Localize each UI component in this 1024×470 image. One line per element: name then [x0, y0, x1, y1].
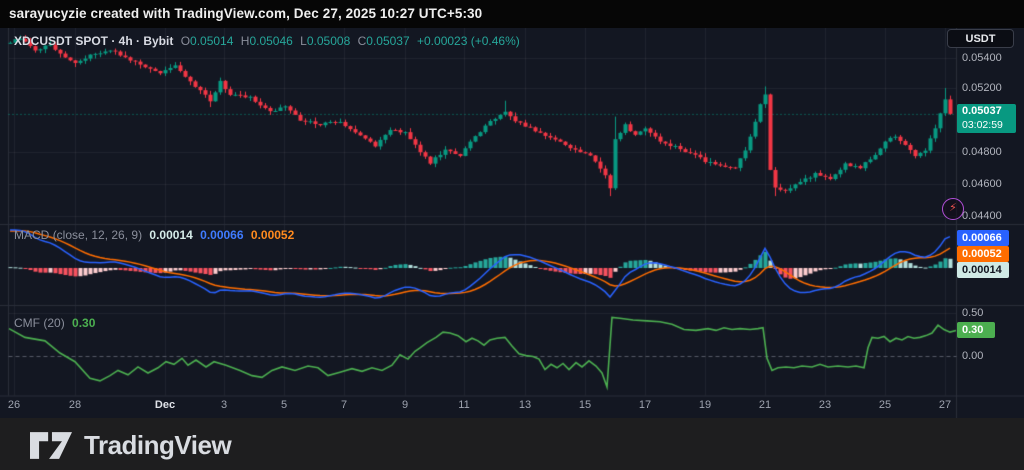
date-axis-label: 28 [69, 399, 81, 411]
date-axis-label: 11 [458, 399, 469, 411]
date-axis-label: 13 [519, 399, 531, 411]
low-label: L [300, 34, 307, 48]
macd-line-value: 0.00066 [200, 228, 243, 242]
tradingview-logo-icon [30, 432, 72, 459]
cmf-params: (20) [43, 316, 64, 330]
date-axis-label: 25 [879, 399, 891, 411]
cmf-title: CMF [14, 316, 40, 330]
currency-toggle-button[interactable]: USDT [947, 29, 1014, 48]
bar-countdown: 03:02:59 [962, 119, 1016, 132]
date-axis-label: 17 [639, 399, 651, 411]
low-value: 0.05008 [307, 34, 350, 48]
price-axis-label: 0.05400 [962, 51, 1002, 65]
date-axis-label: 7 [341, 399, 347, 411]
tradingview-wordmark: TradingView [84, 430, 231, 461]
date-axis-label: 21 [759, 399, 771, 411]
macd-hist-value: 0.00014 [149, 228, 192, 242]
date-axis-label: 23 [819, 399, 831, 411]
chart-area: XDCUSDT SPOT · 4h · Bybit O0.05014 H0.05… [0, 28, 1024, 418]
macd-title: MACD [14, 228, 49, 242]
price-axis-label: 0.05200 [962, 81, 1002, 95]
tradingview-logo[interactable]: TradingView [30, 430, 231, 461]
chart-canvas[interactable] [0, 28, 1024, 418]
attribution-bar: sarayucyzie created with TradingView.com… [0, 0, 1024, 28]
macd-params: (close, 12, 26, 9) [53, 228, 142, 242]
open-value: 0.05014 [190, 34, 233, 48]
date-axis-label: 5 [281, 399, 287, 411]
symbol-title: XDCUSDT SPOT · 4h · Bybit [14, 34, 173, 48]
cmf-axis-label: 0.00 [962, 349, 983, 363]
price-axis-label: 0.04600 [962, 177, 1002, 191]
close-label: C [358, 34, 367, 48]
macd-axis-badge: 0.00052 [957, 246, 1009, 262]
macd-axis-badge: 0.00014 [957, 262, 1009, 278]
date-axis-label: 9 [402, 399, 408, 411]
close-value: 0.05037 [366, 34, 409, 48]
date-axis-label: Dec [155, 399, 175, 411]
cmf-value-badge: 0.30 [957, 322, 995, 338]
macd-axis-badge: 0.00066 [957, 230, 1009, 246]
attribution-text: sarayucyzie created with TradingView.com… [9, 6, 482, 21]
price-axis-label: 0.04400 [962, 209, 1002, 223]
high-value: 0.05046 [249, 34, 292, 48]
macd-legend[interactable]: MACD (close, 12, 26, 9) 0.00014 0.00066 … [14, 228, 298, 242]
macd-signal-value: 0.00052 [251, 228, 294, 242]
date-axis-label: 26 [8, 399, 20, 411]
date-axis-label: 15 [579, 399, 591, 411]
open-label: O [181, 34, 190, 48]
date-axis-label: 19 [699, 399, 711, 411]
cmf-axis-label: 0.50 [962, 306, 983, 320]
cmf-value: 0.30 [72, 316, 95, 330]
cmf-legend[interactable]: CMF (20) 0.30 [14, 316, 99, 330]
date-axis-label: 27 [939, 399, 951, 411]
change-value: +0.00023 (+0.46%) [417, 34, 520, 48]
last-price-value: 0.05037 [962, 104, 1016, 119]
last-price-badge: 0.05037 03:02:59 [957, 104, 1016, 133]
lightning-icon[interactable]: ⚡ [942, 198, 964, 220]
date-axis-label: 3 [221, 399, 227, 411]
price-axis-label: 0.04800 [962, 145, 1002, 159]
symbol-legend[interactable]: XDCUSDT SPOT · 4h · Bybit O0.05014 H0.05… [14, 34, 524, 48]
